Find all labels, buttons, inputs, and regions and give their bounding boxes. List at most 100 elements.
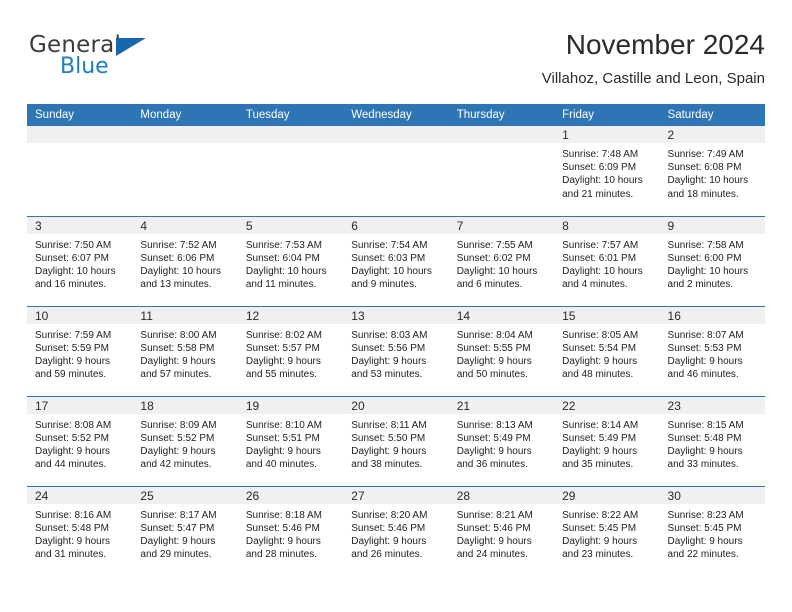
daylight-text-line2: and 57 minutes.	[140, 369, 212, 381]
day-details: Sunrise: 8:04 AM Sunset: 5:55 PM Daylight:…	[449, 324, 554, 382]
calendar-day-cell[interactable]: 7 Sunrise: 7:55 AM Sunset: 6:02 PM Daylight…	[448, 215, 555, 306]
calendar-day-cell[interactable]: 28 Sunrise: 8:21 AM Sunset: 5:46 PM Dayligh…	[448, 485, 555, 576]
sunrise-text: Sunrise: 8:08 AM	[35, 419, 112, 431]
day-number: 15	[554, 306, 660, 324]
daylight-text-line1: Daylight: 9 hours	[35, 445, 111, 457]
sunset-text: Sunset: 5:48 PM	[667, 432, 742, 444]
daylight-text-line2: and 33 minutes.	[667, 459, 739, 471]
day-details: Sunrise: 8:11 AM Sunset: 5:50 PM Daylight:…	[343, 414, 448, 472]
calendar-day-cell[interactable]: 10 Sunrise: 7:59 AM Sunset: 5:59 PM Dayligh…	[27, 305, 133, 396]
sunrise-text: Sunrise: 8:04 AM	[456, 329, 533, 341]
calendar-day-cell[interactable]: 18 Sunrise: 8:09 AM Sunset: 5:52 PM Dayligh…	[132, 395, 238, 486]
sunrise-text: Sunrise: 8:22 AM	[562, 509, 639, 521]
daylight-text-line2: and 22 minutes.	[667, 549, 739, 561]
day-number: 29	[554, 486, 660, 504]
sunrise-text: Sunrise: 7:55 AM	[456, 239, 533, 251]
sunrise-text: Sunrise: 8:17 AM	[140, 509, 217, 521]
sunset-text: Sunset: 6:04 PM	[245, 252, 320, 264]
sunset-text: Sunset: 5:51 PM	[245, 432, 320, 444]
daylight-text-line1: Daylight: 10 hours	[667, 175, 749, 187]
page-title: November 2024	[565, 29, 765, 60]
day-number: 28	[448, 486, 555, 504]
day-details: Sunrise: 8:14 AM Sunset: 5:49 PM Daylight:…	[554, 414, 659, 472]
calendar-day-cell[interactable]: 22 Sunrise: 8:14 AM Sunset: 5:49 PM Dayligh…	[554, 395, 660, 486]
day-details: Sunrise: 8:15 AM Sunset: 5:48 PM Daylight:…	[660, 414, 765, 472]
calendar-day-cell[interactable]: 1 Sunrise: 7:48 AM Sunset: 6:09 PM Daylight…	[554, 126, 660, 216]
calendar-day-cell[interactable]: 3 Sunrise: 7:50 AM Sunset: 6:07 PM Daylight…	[27, 215, 133, 306]
daylight-text-line2: and 40 minutes.	[245, 459, 318, 471]
calendar-day-cell[interactable]: 9 Sunrise: 7:58 AM Sunset: 6:00 PM Daylight…	[659, 215, 765, 306]
calendar-day-cell[interactable]: 26 Sunrise: 8:18 AM Sunset: 5:46 PM Dayligh…	[237, 485, 344, 576]
calendar-day-cell[interactable]: 14 Sunrise: 8:04 AM Sunset: 5:55 PM Dayligh…	[448, 305, 555, 396]
calendar-day-cell[interactable]: 19 Sunrise: 8:10 AM Sunset: 5:51 PM Dayligh…	[237, 395, 344, 486]
daylight-text-line2: and 29 minutes.	[140, 549, 212, 561]
brand-logo[interactable]: General Blue	[27, 32, 207, 90]
calendar-day-cell[interactable]: 13 Sunrise: 8:03 AM Sunset: 5:56 PM Dayligh…	[343, 305, 449, 396]
calendar-day-cell[interactable]: 11 Sunrise: 8:00 AM Sunset: 5:58 PM Dayligh…	[132, 305, 238, 396]
daylight-text-line2: and 36 minutes.	[456, 459, 528, 471]
daylight-text-line2: and 46 minutes.	[667, 369, 739, 381]
sunrise-text: Sunrise: 8:23 AM	[667, 509, 744, 521]
sunset-text: Sunset: 5:58 PM	[140, 342, 215, 354]
calendar-day-cell[interactable]: 23 Sunrise: 8:15 AM Sunset: 5:48 PM Dayligh…	[659, 395, 765, 486]
daylight-text-line2: and 31 minutes.	[35, 549, 107, 561]
calendar-day-cell[interactable]: 12 Sunrise: 8:02 AM Sunset: 5:57 PM Dayligh…	[237, 305, 344, 396]
daylight-text-line2: and 2 minutes.	[667, 279, 734, 291]
day-number: 22	[554, 396, 660, 414]
calendar-day-cell[interactable]: 24 Sunrise: 8:16 AM Sunset: 5:48 PM Dayligh…	[27, 485, 133, 576]
weekday-header-friday: Friday	[554, 104, 660, 126]
sunset-text: Sunset: 6:09 PM	[562, 162, 637, 174]
calendar-body: 1 Sunrise: 7:48 AM Sunset: 6:09 PM Daylight…	[27, 126, 765, 576]
sunset-text: Sunset: 5:59 PM	[35, 342, 109, 354]
day-details: Sunrise: 8:03 AM Sunset: 5:56 PM Daylight:…	[343, 324, 448, 382]
calendar-day-cell[interactable]: 29 Sunrise: 8:22 AM Sunset: 5:45 PM Dayligh…	[554, 485, 660, 576]
calendar-day-cell[interactable]: 4 Sunrise: 7:52 AM Sunset: 6:06 PM Daylight…	[132, 215, 238, 306]
day-details: Sunrise: 8:13 AM Sunset: 5:49 PM Daylight:…	[449, 414, 554, 472]
sunset-text: Sunset: 5:46 PM	[351, 522, 426, 534]
daylight-text-line2: and 11 minutes.	[245, 279, 317, 291]
sunrise-text: Sunrise: 8:20 AM	[351, 509, 428, 521]
daylight-text-line1: Daylight: 9 hours	[667, 535, 743, 547]
daylight-text-line1: Daylight: 9 hours	[351, 445, 427, 457]
daylight-text-line2: and 44 minutes.	[35, 459, 107, 471]
day-details: Sunrise: 8:20 AM Sunset: 5:46 PM Daylight:…	[343, 504, 448, 562]
calendar-day-cell[interactable]: 21 Sunrise: 8:13 AM Sunset: 5:49 PM Dayligh…	[448, 395, 555, 486]
day-number: 14	[448, 306, 555, 324]
calendar-day-cell[interactable]: 2 Sunrise: 7:49 AM Sunset: 6:08 PM Daylight…	[659, 126, 765, 216]
daylight-text-line1: Daylight: 10 hours	[456, 265, 538, 277]
calendar-day-cell[interactable]: 5 Sunrise: 7:53 AM Sunset: 6:04 PM Daylight…	[237, 215, 344, 306]
sunset-text: Sunset: 5:46 PM	[245, 522, 320, 534]
daylight-text-line2: and 16 minutes.	[35, 279, 107, 291]
calendar-day-cell[interactable]: 25 Sunrise: 8:17 AM Sunset: 5:47 PM Dayligh…	[132, 485, 238, 576]
day-number: 25	[132, 486, 238, 504]
daylight-text-line2: and 26 minutes.	[351, 549, 423, 561]
sunrise-text: Sunrise: 8:05 AM	[562, 329, 639, 341]
calendar-day-cell[interactable]: 20 Sunrise: 8:11 AM Sunset: 5:50 PM Dayligh…	[343, 395, 449, 486]
calendar-day-cell[interactable]: 30 Sunrise: 8:23 AM Sunset: 5:45 PM Dayligh…	[659, 485, 765, 576]
calendar-table: Sunday Monday Tuesday Wednesday Thursday…	[27, 104, 765, 576]
sunset-text: Sunset: 5:52 PM	[140, 432, 215, 444]
day-details: Sunrise: 8:21 AM Sunset: 5:46 PM Daylight:…	[449, 504, 554, 562]
day-details: Sunrise: 8:02 AM Sunset: 5:57 PM Daylight:…	[238, 324, 343, 382]
day-number: 24	[27, 486, 133, 504]
calendar-week-row: 10 Sunrise: 7:59 AM Sunset: 5:59 PM Dayligh…	[27, 305, 765, 396]
sunset-text: Sunset: 6:01 PM	[562, 252, 637, 264]
calendar-day-cell[interactable]: 6 Sunrise: 7:54 AM Sunset: 6:03 PM Daylight…	[343, 215, 449, 306]
daylight-text-line1: Daylight: 9 hours	[140, 535, 216, 547]
daylight-text-line2: and 53 minutes.	[351, 369, 423, 381]
sunrise-text: Sunrise: 8:15 AM	[667, 419, 744, 431]
calendar-day-cell[interactable]: 27 Sunrise: 8:20 AM Sunset: 5:46 PM Dayligh…	[343, 485, 449, 576]
calendar-day-cell[interactable]: 15 Sunrise: 8:05 AM Sunset: 5:54 PM Dayligh…	[554, 305, 660, 396]
calendar-day-cell[interactable]: 17 Sunrise: 8:08 AM Sunset: 5:52 PM Dayligh…	[27, 395, 133, 486]
day-details: Sunrise: 8:23 AM Sunset: 5:45 PM Daylight:…	[660, 504, 765, 562]
calendar-day-cell[interactable]: 16 Sunrise: 8:07 AM Sunset: 5:53 PM Dayligh…	[659, 305, 765, 396]
daylight-text-line2: and 23 minutes.	[562, 549, 634, 561]
day-details: Sunrise: 7:50 AM Sunset: 6:07 PM Daylight:…	[27, 234, 132, 292]
daylight-text-line1: Daylight: 9 hours	[456, 355, 532, 367]
day-details: Sunrise: 7:49 AM Sunset: 6:08 PM Daylight:…	[660, 143, 765, 201]
calendar-day-cell[interactable]: 8 Sunrise: 7:57 AM Sunset: 6:01 PM Daylight…	[554, 215, 660, 306]
title-block: November 2024 Villahoz, Castille and Leo…	[542, 28, 765, 90]
sunset-text: Sunset: 5:46 PM	[456, 522, 531, 534]
calendar-cell-empty	[343, 126, 449, 216]
daylight-text-line1: Daylight: 9 hours	[245, 445, 321, 457]
